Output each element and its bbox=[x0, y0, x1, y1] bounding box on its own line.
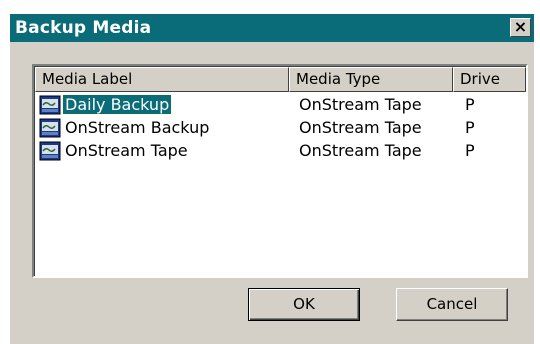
title-bar[interactable]: Backup Media × bbox=[10, 14, 534, 42]
list-item-type: OnStream Tape bbox=[299, 141, 422, 160]
window-title: Backup Media bbox=[15, 18, 152, 38]
cancel-button[interactable]: Cancel bbox=[396, 288, 508, 321]
media-list[interactable]: Media Label Media Type Drive Daily Backu… bbox=[32, 64, 528, 278]
column-header-media-type[interactable]: Media Type bbox=[289, 67, 453, 92]
tape-media-icon bbox=[39, 95, 61, 115]
list-item-label: Daily Backup bbox=[61, 94, 173, 115]
list-item[interactable]: OnStream Backup OnStream Tape P bbox=[35, 116, 526, 139]
list-item-drive: P bbox=[465, 141, 475, 160]
tape-media-icon bbox=[39, 141, 61, 161]
list-rows: Daily Backup OnStream Tape P OnStream Ba… bbox=[35, 93, 526, 162]
close-button[interactable]: × bbox=[510, 18, 531, 37]
list-item-type: OnStream Tape bbox=[299, 118, 422, 137]
list-item[interactable]: Daily Backup OnStream Tape P bbox=[35, 93, 526, 116]
backup-media-dialog: Backup Media × Media Label Media Type Dr… bbox=[10, 14, 534, 344]
column-header-drive[interactable]: Drive bbox=[453, 67, 526, 92]
list-item-label: OnStream Tape bbox=[65, 141, 188, 160]
list-item-label: OnStream Backup bbox=[65, 118, 210, 137]
list-item[interactable]: OnStream Tape OnStream Tape P bbox=[35, 139, 526, 162]
list-item-drive: P bbox=[465, 95, 475, 114]
list-item-type: OnStream Tape bbox=[299, 95, 422, 114]
list-item-drive: P bbox=[465, 118, 475, 137]
ok-button[interactable]: OK bbox=[248, 288, 360, 321]
list-header: Media Label Media Type Drive bbox=[35, 67, 526, 92]
column-header-media-label[interactable]: Media Label bbox=[35, 67, 289, 92]
close-icon: × bbox=[513, 17, 528, 36]
tape-media-icon bbox=[39, 118, 61, 138]
